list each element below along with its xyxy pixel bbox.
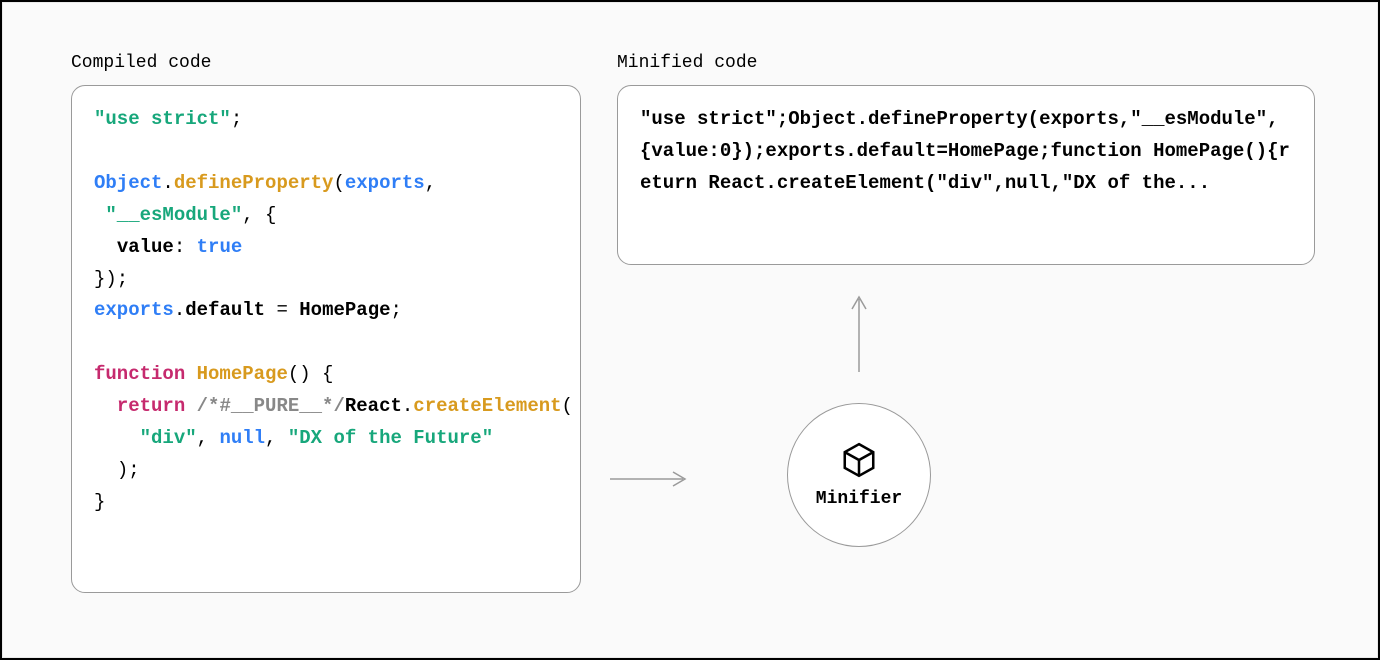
minifier-node: Minifier bbox=[787, 403, 931, 547]
diagram-frame: Compiled code Minified code "use strict"… bbox=[2, 2, 1378, 658]
minifier-label: Minifier bbox=[816, 489, 902, 509]
minified-code-panel: "use strict";Object.defineProperty(expor… bbox=[617, 85, 1315, 265]
minified-code-label: Minified code bbox=[617, 53, 757, 73]
arrow-right-icon bbox=[605, 469, 695, 489]
minified-code-block: "use strict";Object.defineProperty(expor… bbox=[640, 104, 1292, 200]
cube-icon bbox=[840, 441, 878, 479]
compiled-code-block: "use strict"; Object.defineProperty(expo… bbox=[94, 104, 558, 519]
compiled-code-label: Compiled code bbox=[71, 53, 211, 73]
compiled-code-panel: "use strict"; Object.defineProperty(expo… bbox=[71, 85, 581, 593]
arrow-up-icon bbox=[849, 287, 869, 377]
